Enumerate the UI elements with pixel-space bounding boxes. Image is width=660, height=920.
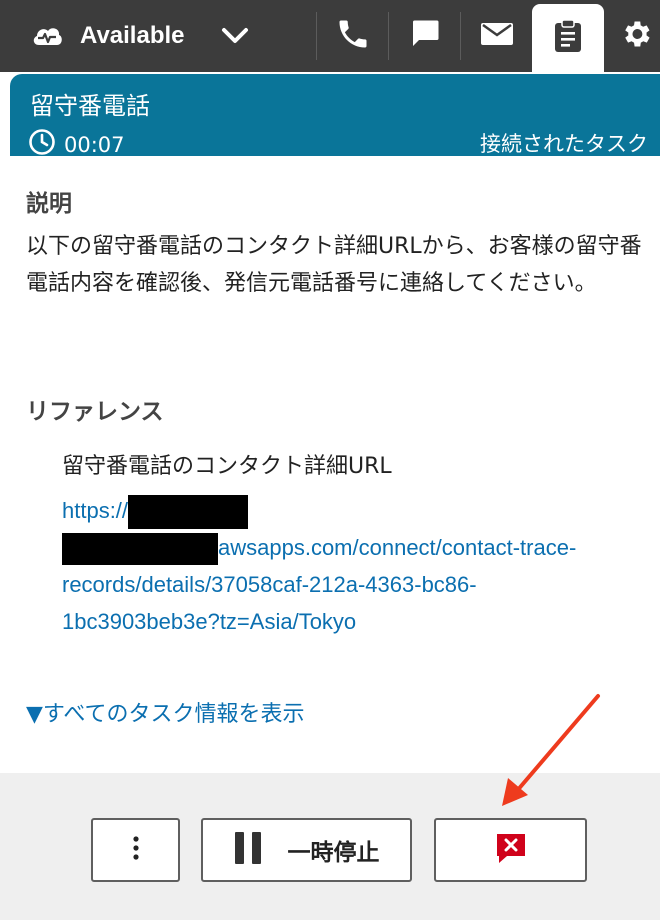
more-vertical-icon (132, 835, 140, 865)
timer-value: 00:07 (64, 132, 125, 157)
mail-icon (480, 20, 514, 52)
settings-button[interactable] (612, 0, 660, 72)
chat-button[interactable] (390, 0, 460, 72)
reference-name: 留守番電話のコンタクト詳細URL (62, 454, 392, 479)
task-clipboard-icon (553, 19, 583, 57)
pause-button[interactable]: 一時停止 (201, 818, 412, 882)
description-text: 以下の留守番電話のコンタクト詳細URLから、お客様の留守番電話内容を確認後、発信… (26, 234, 642, 296)
reference-url-prefix: https:// (62, 498, 129, 523)
status-label: Available (80, 22, 185, 49)
contact-state: 接続されたタスク (480, 132, 648, 156)
references-label: リファレンス (26, 399, 164, 425)
divider (460, 12, 461, 60)
gear-icon (619, 17, 653, 55)
end-task-button[interactable] (434, 818, 587, 882)
mail-button[interactable] (462, 0, 532, 72)
contact-title: 留守番電話 (30, 92, 150, 120)
top-nav-bar: Available (0, 0, 660, 72)
pause-icon (234, 831, 262, 869)
action-bar: 一時停止 (0, 773, 660, 920)
status-cloud-icon (30, 21, 64, 51)
agent-status-selector[interactable]: Available (30, 0, 249, 72)
redaction-block (128, 495, 249, 530)
description-label: 説明 (26, 191, 72, 217)
more-options-button[interactable] (91, 818, 180, 882)
divider (316, 12, 317, 60)
reference-url-link[interactable]: https://awsapps.com/connect/contact-trac… (62, 492, 622, 640)
show-all-task-info-link[interactable]: ▼すべてのタスク情報を表示 (26, 696, 305, 728)
chevron-down-icon[interactable] (221, 27, 249, 45)
redaction-block (62, 533, 218, 566)
pause-label: 一時停止 (287, 840, 380, 866)
phone-button[interactable] (318, 0, 388, 72)
contact-header: 留守番電話 00:07 接続されたタスク (10, 74, 660, 157)
chat-icon (407, 16, 443, 56)
divider (388, 12, 389, 60)
end-task-icon (495, 832, 527, 868)
clock-icon (28, 128, 56, 161)
task-tab[interactable] (532, 4, 604, 72)
contact-timer: 00:07 (28, 128, 125, 161)
phone-icon (335, 16, 371, 56)
